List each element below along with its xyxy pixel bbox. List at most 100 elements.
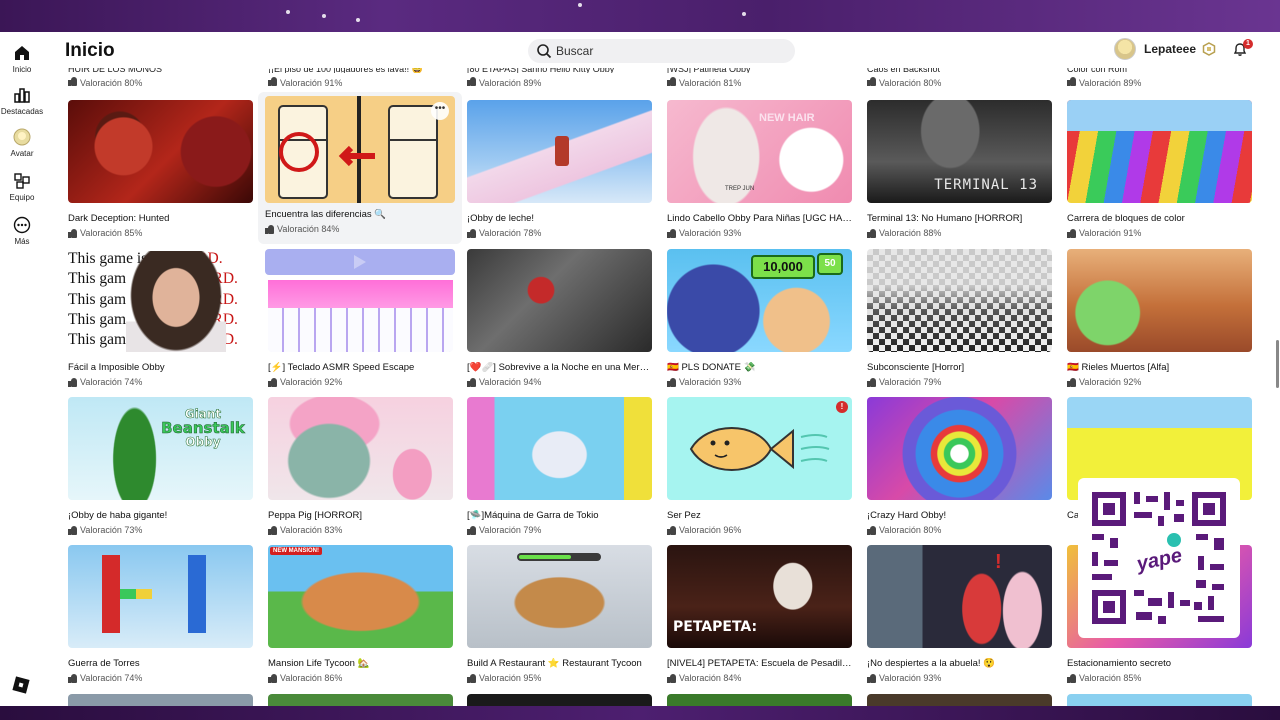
- game-thumbnail[interactable]: [867, 397, 1052, 500]
- game-card[interactable]: ! ¡No despiertes a la abuela! 😲 Valoraci…: [867, 545, 1052, 683]
- game-title[interactable]: Encuentra las diferencias 🔍: [265, 209, 450, 220]
- game-title[interactable]: Dark Deception: Hunted: [68, 213, 253, 224]
- rating-text: Valoración 83%: [280, 525, 343, 535]
- game-title[interactable]: Lindo Cabello Obby Para Niñas [UGC HAIR]: [667, 213, 852, 224]
- game-title[interactable]: Guerra de Torres: [68, 658, 253, 669]
- game-card[interactable]: PETAPETA: [NIVEL4] PETAPETA: Escuela de …: [667, 545, 852, 683]
- game-title[interactable]: [NIVEL4] PETAPETA: Escuela de Pesadillas: [667, 658, 852, 669]
- sidebar-item-more[interactable]: Más: [0, 216, 44, 246]
- game-title[interactable]: 🇪🇸 Rieles Muertos [Alfa]: [1067, 362, 1252, 373]
- game-thumbnail[interactable]: [268, 280, 453, 352]
- search-input[interactable]: [556, 42, 776, 60]
- game-thumbnail[interactable]: 10,000 50: [667, 249, 852, 352]
- robux-icon[interactable]: [1202, 42, 1216, 56]
- game-thumbnail[interactable]: TERMINAL 13: [867, 100, 1052, 203]
- game-title[interactable]: Peppa Pig [HORROR]: [268, 510, 453, 521]
- thumbs-up-icon: [667, 228, 676, 238]
- sidebar-item-featured[interactable]: Destacadas: [0, 86, 44, 116]
- game-title[interactable]: 🇪🇸 PLS DONATE 💸: [667, 362, 852, 373]
- user-profile[interactable]: Lepateee: [1114, 38, 1196, 60]
- game-card[interactable]: ! Ser Pez Valoración 96%: [667, 397, 852, 535]
- game-card[interactable]: Subconsciente [Horror] Valoración 79%: [867, 249, 1052, 387]
- game-title[interactable]: Carrera de bloques de color: [1067, 213, 1252, 224]
- game-rating: Valoración 93%: [667, 377, 852, 387]
- game-card[interactable]: Peppa Pig [HORROR] Valoración 83%: [268, 397, 453, 535]
- game-thumbnail[interactable]: [68, 545, 253, 648]
- play-button[interactable]: [265, 249, 455, 275]
- game-card[interactable]: [⚡] Teclado ASMR Speed Escape Valoración…: [268, 280, 453, 387]
- thumbs-up-icon: [867, 673, 876, 683]
- game-thumbnail[interactable]: [467, 694, 652, 706]
- thumbs-up-icon: [667, 673, 676, 683]
- rating-text: Valoración 93%: [679, 228, 742, 238]
- game-thumbnail[interactable]: [268, 397, 453, 500]
- game-title[interactable]: [❤️🩹] Sobrevive a la Noche en una Mercer…: [467, 362, 652, 373]
- game-title[interactable]: ¡Obby de leche!: [467, 213, 652, 224]
- game-thumbnail[interactable]: [867, 249, 1052, 352]
- game-card[interactable]: NEW MANSION! Mansion Life Tycoon 🏡 Valor…: [268, 545, 453, 683]
- game-card[interactable]: ¡Obby de leche! Valoración 78%: [467, 100, 652, 238]
- game-thumbnail[interactable]: !: [667, 397, 852, 500]
- game-card[interactable]: NEW HAIR TREP JUN Lindo Cabello Obby Par…: [667, 100, 852, 238]
- game-thumbnail[interactable]: [1067, 249, 1252, 352]
- search-bar[interactable]: [528, 39, 795, 63]
- sidebar-item-home[interactable]: Inicio: [0, 44, 44, 74]
- game-title[interactable]: Fácil a Imposible Obby: [68, 362, 253, 373]
- game-thumbnail[interactable]: PETAPETA:: [667, 545, 852, 648]
- game-card[interactable]: Giant Beanstalk Obby ¡Obby de haba gigan…: [68, 397, 253, 535]
- game-thumbnail[interactable]: !: [867, 545, 1052, 648]
- game-card[interactable]: Carrera de bloques de color Valoración 9…: [1067, 100, 1252, 238]
- game-title[interactable]: Terminal 13: No Humano [HORROR]: [867, 213, 1052, 224]
- game-card[interactable]: TERMINAL 13 Terminal 13: No Humano [HORR…: [867, 100, 1052, 238]
- game-card[interactable]: 🇪🇸 Rieles Muertos [Alfa] Valoración 92%: [1067, 249, 1252, 387]
- sidebar-item-team[interactable]: Equipo: [0, 172, 44, 202]
- game-card[interactable]: ••• Encuentra las diferencias 🔍 Valoraci…: [265, 96, 455, 234]
- game-thumbnail[interactable]: •••: [265, 96, 455, 203]
- username[interactable]: Lepateee: [1144, 42, 1196, 56]
- game-title[interactable]: Build A Restaurant ⭐ Restaurant Tycoon: [467, 658, 652, 669]
- thumbs-up-icon: [867, 377, 876, 387]
- roblox-logo-icon[interactable]: [12, 676, 30, 694]
- game-card[interactable]: 10,000 50 🇪🇸 PLS DONATE 💸 Valoración 93%: [667, 249, 852, 387]
- game-title[interactable]: [🛸]Máquina de Garra de Tokio: [467, 510, 652, 521]
- game-thumbnail[interactable]: [467, 545, 652, 648]
- avatar[interactable]: [1114, 38, 1136, 60]
- game-card[interactable]: [🛸]Máquina de Garra de Tokio Valoración …: [467, 397, 652, 535]
- rating-text: Valoración 93%: [879, 673, 942, 683]
- game-title[interactable]: Estacionamiento secreto: [1067, 658, 1252, 669]
- game-card[interactable]: ¡Crazy Hard Obby! Valoración 80%: [867, 397, 1052, 535]
- game-thumbnail[interactable]: [467, 397, 652, 500]
- game-card[interactable]: Build A Restaurant ⭐ Restaurant Tycoon V…: [467, 545, 652, 683]
- thumbs-up-icon: [268, 673, 277, 683]
- game-thumbnail[interactable]: [467, 249, 652, 352]
- rating-text: Valoración 73%: [80, 525, 143, 535]
- scrollbar[interactable]: [1276, 340, 1279, 388]
- sidebar: Inicio Destacadas Avatar Equipo Más: [0, 32, 44, 706]
- game-title[interactable]: ¡No despiertes a la abuela! 😲: [867, 658, 1052, 669]
- game-thumbnail[interactable]: [667, 694, 852, 706]
- game-thumbnail[interactable]: NEW HAIR TREP JUN: [667, 100, 852, 203]
- more-options-button[interactable]: •••: [431, 102, 449, 120]
- game-title[interactable]: [⚡] Teclado ASMR Speed Escape: [268, 362, 453, 373]
- game-title[interactable]: ¡Obby de haba gigante!: [68, 510, 253, 521]
- game-thumbnail[interactable]: Giant Beanstalk Obby: [68, 397, 253, 500]
- game-title[interactable]: Subconsciente [Horror]: [867, 362, 1052, 373]
- game-thumbnail[interactable]: [1067, 694, 1252, 706]
- game-card[interactable]: [❤️🩹] Sobrevive a la Noche en una Mercer…: [467, 249, 652, 387]
- game-card[interactable]: Guerra de Torres Valoración 74%: [68, 545, 253, 683]
- game-title[interactable]: ¡Crazy Hard Obby!: [867, 510, 1052, 521]
- rating-text: Valoración 84%: [277, 224, 340, 234]
- game-title[interactable]: Ser Pez: [667, 510, 852, 521]
- game-thumbnail[interactable]: [467, 100, 652, 203]
- thumbs-up-icon: [68, 228, 77, 238]
- game-thumbnail[interactable]: [68, 100, 253, 203]
- game-thumbnail[interactable]: NEW MANSION!: [268, 545, 453, 648]
- game-card[interactable]: Dark Deception: Hunted Valoración 85%: [68, 100, 253, 238]
- game-title[interactable]: Mansion Life Tycoon 🏡: [268, 658, 453, 669]
- game-thumbnail[interactable]: [1067, 100, 1252, 203]
- game-thumbnail[interactable]: [268, 694, 453, 706]
- sidebar-item-avatar[interactable]: Avatar: [0, 128, 44, 158]
- rating-text: Valoración 93%: [679, 377, 742, 387]
- game-thumbnail[interactable]: [867, 694, 1052, 706]
- game-thumbnail[interactable]: [68, 694, 253, 706]
